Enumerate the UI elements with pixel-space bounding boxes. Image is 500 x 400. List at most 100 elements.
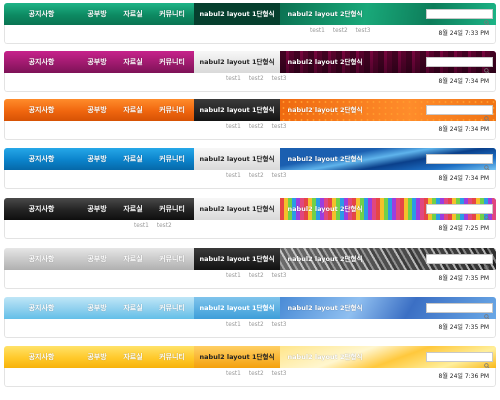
- navbar-sky: 공지사항 공부방 자료실 커뮤니티 nabul2 layout 1단형식 nabul2 l…: [4, 297, 496, 338]
- menu-item[interactable]: 공지사항: [4, 297, 79, 319]
- submenu-item[interactable]: test1: [226, 173, 241, 179]
- menu-item[interactable]: 커뮤니티: [151, 51, 193, 73]
- submenu-item[interactable]: test2: [249, 322, 264, 328]
- menu-item[interactable]: 커뮤니티: [151, 3, 193, 25]
- layout2-tab[interactable]: nabul2 layout 2단형식: [280, 3, 370, 25]
- menu-item[interactable]: 공부방: [79, 148, 115, 170]
- menu-item[interactable]: 공지사항: [4, 346, 79, 368]
- search-icon[interactable]: [484, 107, 490, 122]
- submenu-item[interactable]: test1: [226, 371, 241, 377]
- main-menu: 공지사항 공부방 자료실 커뮤니티: [4, 297, 193, 319]
- menu-item[interactable]: 커뮤니티: [151, 346, 193, 368]
- layout1-tab[interactable]: nabul2 layout 1단형식: [194, 3, 280, 25]
- layout2-tab[interactable]: nabul2 layout 2단형식: [280, 297, 370, 319]
- menu-item[interactable]: 자료실: [115, 51, 151, 73]
- search-box: [426, 154, 493, 173]
- search-box: [426, 204, 493, 223]
- layout2-tab[interactable]: nabul2 layout 2단형식: [280, 51, 370, 73]
- submenu-row: test1 test2 test3 8월 24일 7:35 PM: [4, 270, 496, 289]
- layout2-tab[interactable]: nabul2 layout 2단형식: [280, 248, 370, 270]
- submenu-item[interactable]: test2: [157, 223, 172, 229]
- submenu-item[interactable]: test2: [333, 28, 348, 34]
- submenu-item[interactable]: test2: [249, 124, 264, 130]
- submenu-item[interactable]: test3: [272, 124, 287, 130]
- search-box: [426, 254, 493, 273]
- main-menu: 공지사항 공부방 자료실 커뮤니티: [4, 3, 193, 25]
- menu-item[interactable]: 커뮤니티: [151, 198, 193, 220]
- navbar-top: 공지사항 공부방 자료실 커뮤니티 nabul2 layout 1단형식 nabul2 l…: [4, 248, 496, 273]
- menu-item[interactable]: 공부방: [79, 248, 115, 270]
- timestamp: 8월 24일 7:35 PM: [438, 324, 489, 331]
- menu-item[interactable]: 공부방: [79, 297, 115, 319]
- submenu-item[interactable]: test2: [249, 173, 264, 179]
- navbar-silver: 공지사항 공부방 자료실 커뮤니티 nabul2 layout 1단형식 nabul2 l…: [4, 248, 496, 289]
- submenu-item[interactable]: test2: [249, 371, 264, 377]
- menu-item[interactable]: 공지사항: [4, 148, 79, 170]
- submenu-item[interactable]: test1: [226, 76, 241, 82]
- menu-item[interactable]: 자료실: [115, 346, 151, 368]
- search-box: [426, 303, 493, 322]
- layout2-tab[interactable]: nabul2 layout 2단형식: [280, 198, 370, 220]
- submenu-item[interactable]: test2: [249, 76, 264, 82]
- submenu-item[interactable]: test3: [272, 76, 287, 82]
- submenu-item[interactable]: test1: [226, 273, 241, 279]
- submenu: test1 test2 test3: [226, 124, 286, 130]
- layout1-tab[interactable]: nabul2 layout 1단형식: [194, 148, 280, 170]
- layout2-tab[interactable]: nabul2 layout 2단형식: [280, 99, 370, 121]
- search-icon[interactable]: [484, 256, 490, 271]
- layout1-tab[interactable]: nabul2 layout 1단형식: [194, 346, 280, 368]
- menu-item[interactable]: 자료실: [115, 248, 151, 270]
- layout1-tab[interactable]: nabul2 layout 1단형식: [194, 51, 280, 73]
- layout1-tab[interactable]: nabul2 layout 1단형식: [194, 198, 280, 220]
- menu-item[interactable]: 공지사항: [4, 248, 79, 270]
- submenu-item[interactable]: test1: [226, 322, 241, 328]
- menu-item[interactable]: 커뮤니티: [151, 148, 193, 170]
- submenu-item[interactable]: test3: [356, 28, 371, 34]
- menu-item[interactable]: 자료실: [115, 297, 151, 319]
- menu-item[interactable]: 공지사항: [4, 3, 79, 25]
- search-icon[interactable]: [484, 354, 490, 369]
- navbar-top: 공지사항 공부방 자료실 커뮤니티 nabul2 layout 1단형식 nabul2 l…: [4, 198, 496, 223]
- timestamp: 8월 24일 7:25 PM: [438, 225, 489, 232]
- menu-item[interactable]: 자료실: [115, 198, 151, 220]
- layout1-tab[interactable]: nabul2 layout 1단형식: [194, 248, 280, 270]
- submenu-item[interactable]: test3: [272, 173, 287, 179]
- search-icon[interactable]: [484, 206, 490, 221]
- submenu-item[interactable]: test1: [310, 28, 325, 34]
- menu-item[interactable]: 공부방: [79, 51, 115, 73]
- menu-item[interactable]: 커뮤니티: [151, 99, 193, 121]
- submenu-item[interactable]: test3: [272, 273, 287, 279]
- menu-item[interactable]: 공부방: [79, 346, 115, 368]
- layout1-tab[interactable]: nabul2 layout 1단형식: [194, 99, 280, 121]
- submenu-row: test1 test2 test3 8월 24일 7:34 PM: [4, 73, 496, 92]
- menu-item[interactable]: 공부방: [79, 3, 115, 25]
- layout2-tab[interactable]: nabul2 layout 2단형식: [280, 148, 370, 170]
- menu-item[interactable]: 공지사항: [4, 198, 79, 220]
- menu-item[interactable]: 공지사항: [4, 99, 79, 121]
- search-icon[interactable]: [484, 11, 490, 26]
- submenu-item[interactable]: test1: [134, 223, 149, 229]
- menu-item[interactable]: 공지사항: [4, 51, 79, 73]
- main-menu: 공지사항 공부방 자료실 커뮤니티: [4, 346, 193, 368]
- submenu-item[interactable]: test2: [249, 273, 264, 279]
- menu-item[interactable]: 자료실: [115, 99, 151, 121]
- submenu-item[interactable]: test1: [226, 124, 241, 130]
- menu-item[interactable]: 커뮤니티: [151, 248, 193, 270]
- timestamp: 8월 24일 7:34 PM: [438, 78, 489, 85]
- search-icon[interactable]: [484, 59, 490, 74]
- layout2-tab[interactable]: nabul2 layout 2단형식: [280, 346, 370, 368]
- timestamp: 8월 24일 7:35 PM: [438, 275, 489, 282]
- navbar-top: 공지사항 공부방 자료실 커뮤니티 nabul2 layout 1단형식 nabul2 l…: [4, 99, 496, 124]
- timestamp: 8월 24일 7:34 PM: [438, 126, 489, 133]
- menu-item[interactable]: 자료실: [115, 148, 151, 170]
- submenu-row: test1 test2 test3 8월 24일 7:34 PM: [4, 170, 496, 189]
- submenu-item[interactable]: test3: [272, 322, 287, 328]
- menu-item[interactable]: 자료실: [115, 3, 151, 25]
- menu-item[interactable]: 공부방: [79, 99, 115, 121]
- menu-item[interactable]: 공부방: [79, 198, 115, 220]
- search-icon[interactable]: [484, 305, 490, 320]
- submenu-item[interactable]: test3: [272, 371, 287, 377]
- layout1-tab[interactable]: nabul2 layout 1단형식: [194, 297, 280, 319]
- menu-item[interactable]: 커뮤니티: [151, 297, 193, 319]
- search-icon[interactable]: [484, 156, 490, 171]
